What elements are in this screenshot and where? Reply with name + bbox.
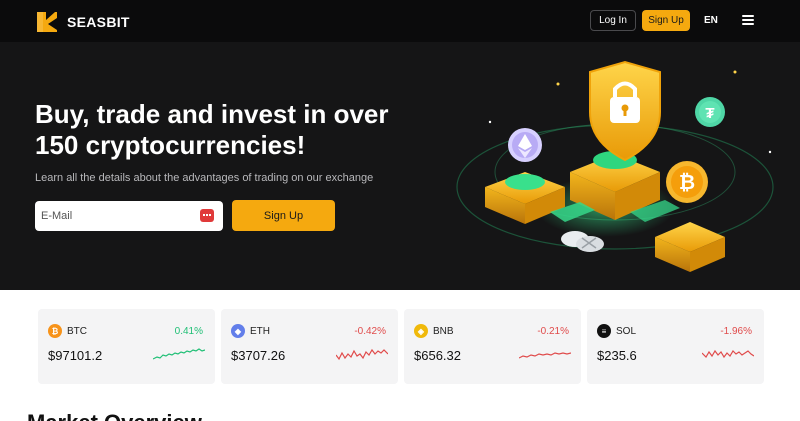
ticker-card-bnb[interactable]: ◈ BNB -0.21% $656.32	[404, 309, 581, 384]
hero-subtitle: Learn all the details about the advantag…	[35, 172, 374, 184]
ticker-card-sol[interactable]: ≡ SOL -1.96% $235.6	[587, 309, 764, 384]
keyboard-icon[interactable]	[200, 209, 214, 222]
language-selector[interactable]: EN	[704, 15, 718, 26]
sparkline-chart	[153, 348, 205, 360]
ticker-symbol: SOL	[616, 326, 637, 337]
hero-title-line-2: 150 cryptocurrencies!	[35, 130, 306, 160]
ticker-card-eth[interactable]: ◆ ETH -0.42% $3707.26	[221, 309, 398, 384]
email-field-wrapper	[35, 201, 223, 231]
ticker-change: -0.21%	[537, 326, 569, 337]
hamburger-menu-icon[interactable]	[742, 15, 754, 25]
sparkline-chart	[336, 348, 388, 361]
bnb-icon: ◈	[414, 324, 428, 338]
ticker-symbol: BTC	[67, 326, 87, 337]
header-signup-button[interactable]: Sign Up	[642, 10, 690, 31]
brand-name: SEASBIT	[67, 14, 130, 30]
top-navbar: SEASBIT Log In Sign Up EN	[0, 0, 800, 42]
ticker-price: $656.32	[414, 348, 461, 363]
hero-signup-button[interactable]: Sign Up	[232, 200, 335, 231]
ticker-change: -0.42%	[354, 326, 386, 337]
ticker-card-btc[interactable]: ₿ BTC 0.41% $97101.2	[38, 309, 215, 384]
brand-logo-icon	[37, 12, 57, 32]
bitcoin-icon: ₿	[48, 324, 62, 338]
login-button[interactable]: Log In	[590, 10, 636, 31]
ticker-change: 0.41%	[174, 326, 203, 337]
sparkline-chart	[519, 352, 571, 359]
ticker-price: $97101.2	[48, 348, 103, 363]
email-field[interactable]	[41, 201, 191, 231]
sparkline-chart	[702, 349, 754, 359]
hero-section: Buy, trade and invest in over 150 crypto…	[0, 42, 800, 290]
svg-text:₮: ₮	[705, 105, 714, 122]
ticker-change: -1.96%	[720, 326, 752, 337]
ticker-symbol: BNB	[433, 326, 454, 337]
ethereum-icon: ◆	[231, 324, 245, 338]
solana-icon: ≡	[597, 324, 611, 338]
svg-text:₿: ₿	[679, 172, 695, 194]
hero-title-line-1: Buy, trade and invest in over	[35, 99, 389, 129]
ticker-symbol: ETH	[250, 326, 270, 337]
crypto-security-illustration: ₮ ₿	[456, 60, 774, 272]
logo[interactable]: SEASBIT	[35, 10, 130, 34]
ticker-price: $235.6	[597, 348, 637, 363]
hero-title: Buy, trade and invest in over 150 crypto…	[35, 99, 435, 161]
ticker-strip: ₿ BTC 0.41% $97101.2 ◆ ETH -0.42% $3707.…	[38, 309, 764, 384]
market-overview-title: Market Overview	[27, 410, 202, 421]
ticker-price: $3707.26	[231, 348, 286, 363]
